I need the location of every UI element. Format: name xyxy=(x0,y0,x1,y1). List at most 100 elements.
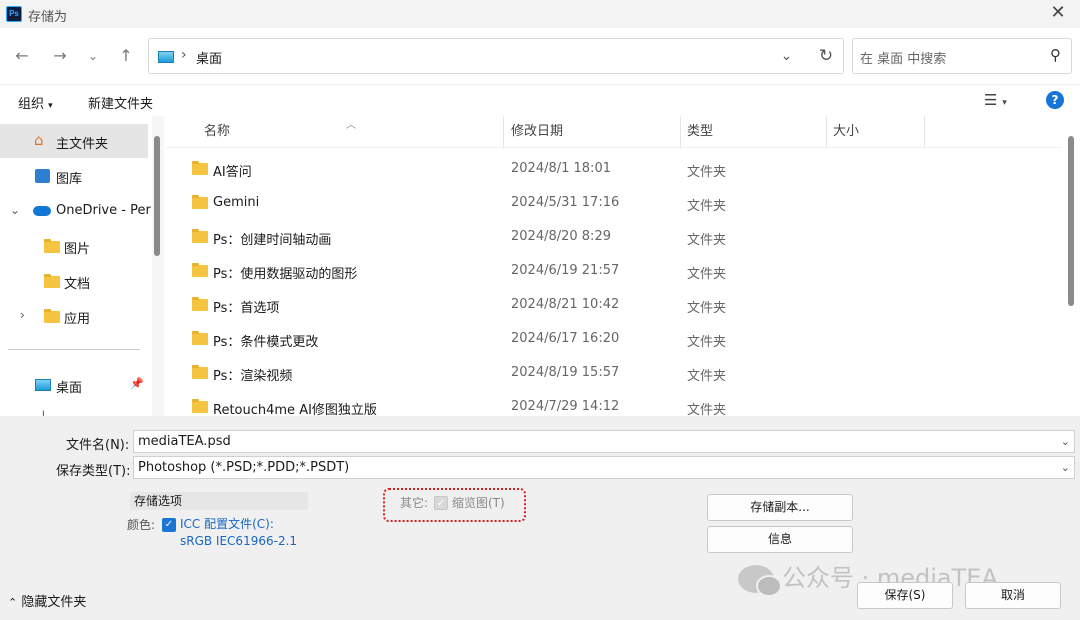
filename-field[interactable]: mediaTEA.psd ⌄ xyxy=(133,430,1075,453)
sidebar-scrollbar[interactable] xyxy=(152,116,164,416)
navigation-pane: ⌂ 主文件夹 图库 ⌄ OneDrive - Per 图片 文档 › 应用 桌面… xyxy=(0,116,166,416)
close-icon[interactable]: ✕ xyxy=(1046,2,1070,26)
save-options-header: 存储选项 xyxy=(130,492,308,510)
chevron-down-icon[interactable]: ⌄ xyxy=(1061,431,1070,452)
column-header-label: 名称 xyxy=(204,124,231,139)
refresh-icon[interactable]: ↻ xyxy=(809,39,843,73)
cancel-button[interactable]: 取消 xyxy=(965,582,1061,609)
filetype-label: 保存类型(T): xyxy=(56,464,131,479)
search-icon[interactable]: ⚲ xyxy=(1050,46,1061,64)
list-item[interactable]: Retouch4me AI修图独立版 2024/7/29 14:12 文件夹 xyxy=(166,389,1062,416)
column-header-label: 修改日期 xyxy=(511,124,564,139)
breadcrumb-current[interactable]: 桌面 xyxy=(196,48,222,67)
file-date: 2024/5/31 17:16 xyxy=(511,195,620,210)
sort-ascending-icon: ︿ xyxy=(346,120,356,131)
list-item[interactable]: Ps：使用数据驱动的图形 2024/6/19 21:57 文件夹 xyxy=(166,253,1062,287)
list-item[interactable]: AI答问 2024/8/1 18:01 文件夹 xyxy=(166,151,1062,185)
sidebar-item-documents[interactable]: 文档 xyxy=(0,264,148,298)
column-header-type[interactable]: 类型 xyxy=(681,116,827,148)
desktop-icon xyxy=(158,51,174,63)
view-options-icon[interactable]: ☰ ▾ xyxy=(984,91,1007,109)
thumbnail-label: 缩览图(T) xyxy=(452,496,505,510)
file-date: 2024/8/1 18:01 xyxy=(511,161,611,176)
sidebar-scrollbar-thumb[interactable] xyxy=(154,136,160,256)
list-item[interactable]: Ps：创建时间轴动画 2024/8/20 8:29 文件夹 xyxy=(166,219,1062,253)
file-date: 2024/8/20 8:29 xyxy=(511,229,611,244)
organize-menu[interactable]: 组织 ▾ xyxy=(18,93,53,112)
search-box[interactable]: 在 桌面 中搜索 ⚲ xyxy=(852,38,1072,74)
forward-arrow-icon[interactable]: → xyxy=(50,46,70,66)
icc-profile-text[interactable]: ICC 配置文件(C): sRGB IEC61966-2.1 xyxy=(180,516,297,550)
file-type: 文件夹 xyxy=(687,403,727,416)
hide-folders-label: 隐藏文件夹 xyxy=(21,595,87,610)
sidebar-item-apps[interactable]: › 应用 xyxy=(0,299,148,333)
up-arrow-icon[interactable]: ↑ xyxy=(116,46,136,66)
file-type: 文件夹 xyxy=(687,369,727,384)
pin-icon[interactable]: 📌 xyxy=(130,377,144,390)
file-list-scrollbar-thumb[interactable] xyxy=(1068,136,1074,306)
sidebar-item-label: 主文件夹 xyxy=(56,137,109,152)
sidebar-item-onedrive[interactable]: ⌄ OneDrive - Per xyxy=(0,194,151,228)
help-icon[interactable]: ? xyxy=(1046,91,1064,109)
desktop-icon xyxy=(35,379,51,391)
title-bar: Ps 存储为 ✕ xyxy=(0,0,1080,28)
file-name: AI答问 xyxy=(213,165,252,180)
recent-locations-chevron-icon[interactable]: ⌄ xyxy=(83,46,103,66)
file-type: 文件夹 xyxy=(687,301,727,316)
expand-chevron-icon[interactable]: ⌄ xyxy=(10,203,20,217)
folder-icon xyxy=(192,399,208,413)
column-header-size[interactable]: 大小 xyxy=(827,116,925,148)
folder-icon xyxy=(44,309,60,323)
hide-folders-toggle[interactable]: ⌃ 隐藏文件夹 xyxy=(8,591,86,610)
filename-label: 文件名(N): xyxy=(66,438,130,453)
info-button[interactable]: 信息 xyxy=(707,526,853,553)
sidebar-item-downloads[interactable]: ↓ 下载 xyxy=(0,403,148,416)
chevron-up-icon: ⌃ xyxy=(8,596,18,609)
folder-icon xyxy=(192,331,208,345)
home-icon: ⌂ xyxy=(34,131,44,149)
chevron-down-icon[interactable]: ⌄ xyxy=(1061,457,1070,478)
folder-icon xyxy=(44,239,60,253)
back-arrow-icon[interactable]: ← xyxy=(12,46,32,66)
file-list: 名称 ︿ 修改日期 类型 大小 AI答问 2024/8/1 18:01 文件夹 … xyxy=(166,116,1062,416)
column-header-date[interactable]: 修改日期 xyxy=(505,116,681,148)
sidebar-item-label: 图库 xyxy=(56,172,83,187)
file-name: Gemini xyxy=(213,195,260,210)
filetype-select[interactable]: Photoshop (*.PSD;*.PDD;*.PSDT) ⌄ xyxy=(133,456,1075,479)
file-name: Ps：使用数据驱动的图形 xyxy=(213,267,358,282)
dropdown-caret-icon: ▾ xyxy=(48,101,53,111)
file-type: 文件夹 xyxy=(687,267,727,282)
list-item[interactable]: Ps：条件模式更改 2024/6/17 16:20 文件夹 xyxy=(166,321,1062,355)
icc-profile-label: ICC 配置文件(C): xyxy=(180,517,274,531)
address-dropdown-icon[interactable]: ⌄ xyxy=(769,39,803,73)
icc-profile-value: sRGB IEC61966-2.1 xyxy=(180,534,298,548)
save-button[interactable]: 保存(S) xyxy=(857,582,953,609)
file-list-scrollbar[interactable] xyxy=(1062,116,1080,416)
icc-profile-checkbox[interactable]: ✓ xyxy=(162,518,176,532)
photoshop-app-icon: Ps xyxy=(6,6,22,22)
sidebar-item-pictures[interactable]: 图片 xyxy=(0,229,148,263)
folder-icon xyxy=(192,195,208,209)
sidebar-item-label: 文档 xyxy=(64,277,91,292)
expand-chevron-icon[interactable]: › xyxy=(20,308,25,322)
file-date: 2024/8/21 10:42 xyxy=(511,297,620,312)
cloud-icon xyxy=(33,206,51,216)
list-item[interactable]: Ps：渲染视频 2024/8/19 15:57 文件夹 xyxy=(166,355,1062,389)
list-item[interactable]: Ps：首选项 2024/8/21 10:42 文件夹 xyxy=(166,287,1062,321)
filename-value[interactable]: mediaTEA.psd xyxy=(138,434,231,449)
sidebar-item-home[interactable]: ⌂ 主文件夹 xyxy=(0,124,148,158)
new-folder-button[interactable]: 新建文件夹 xyxy=(88,93,153,112)
thumbnail-checkbox[interactable]: ✓ xyxy=(434,496,448,510)
column-header-label: 大小 xyxy=(833,124,860,139)
file-type: 文件夹 xyxy=(687,335,727,350)
address-bar[interactable]: › 桌面 ⌄ ↻ xyxy=(148,38,844,74)
sidebar-item-desktop[interactable]: 桌面 📌 xyxy=(0,368,148,402)
search-input[interactable]: 在 桌面 中搜索 xyxy=(860,48,946,67)
save-copy-button[interactable]: 存储副本... xyxy=(707,494,853,521)
sidebar-item-gallery[interactable]: 图库 xyxy=(0,159,148,193)
save-options-panel: 文件名(N): mediaTEA.psd ⌄ 保存类型(T): Photosho… xyxy=(0,416,1080,620)
sidebar-item-label: 桌面 xyxy=(56,381,83,396)
list-item[interactable]: Gemini 2024/5/31 17:16 文件夹 xyxy=(166,185,1062,219)
gallery-icon xyxy=(35,169,50,183)
breadcrumb-chevron-icon: › xyxy=(181,47,187,63)
